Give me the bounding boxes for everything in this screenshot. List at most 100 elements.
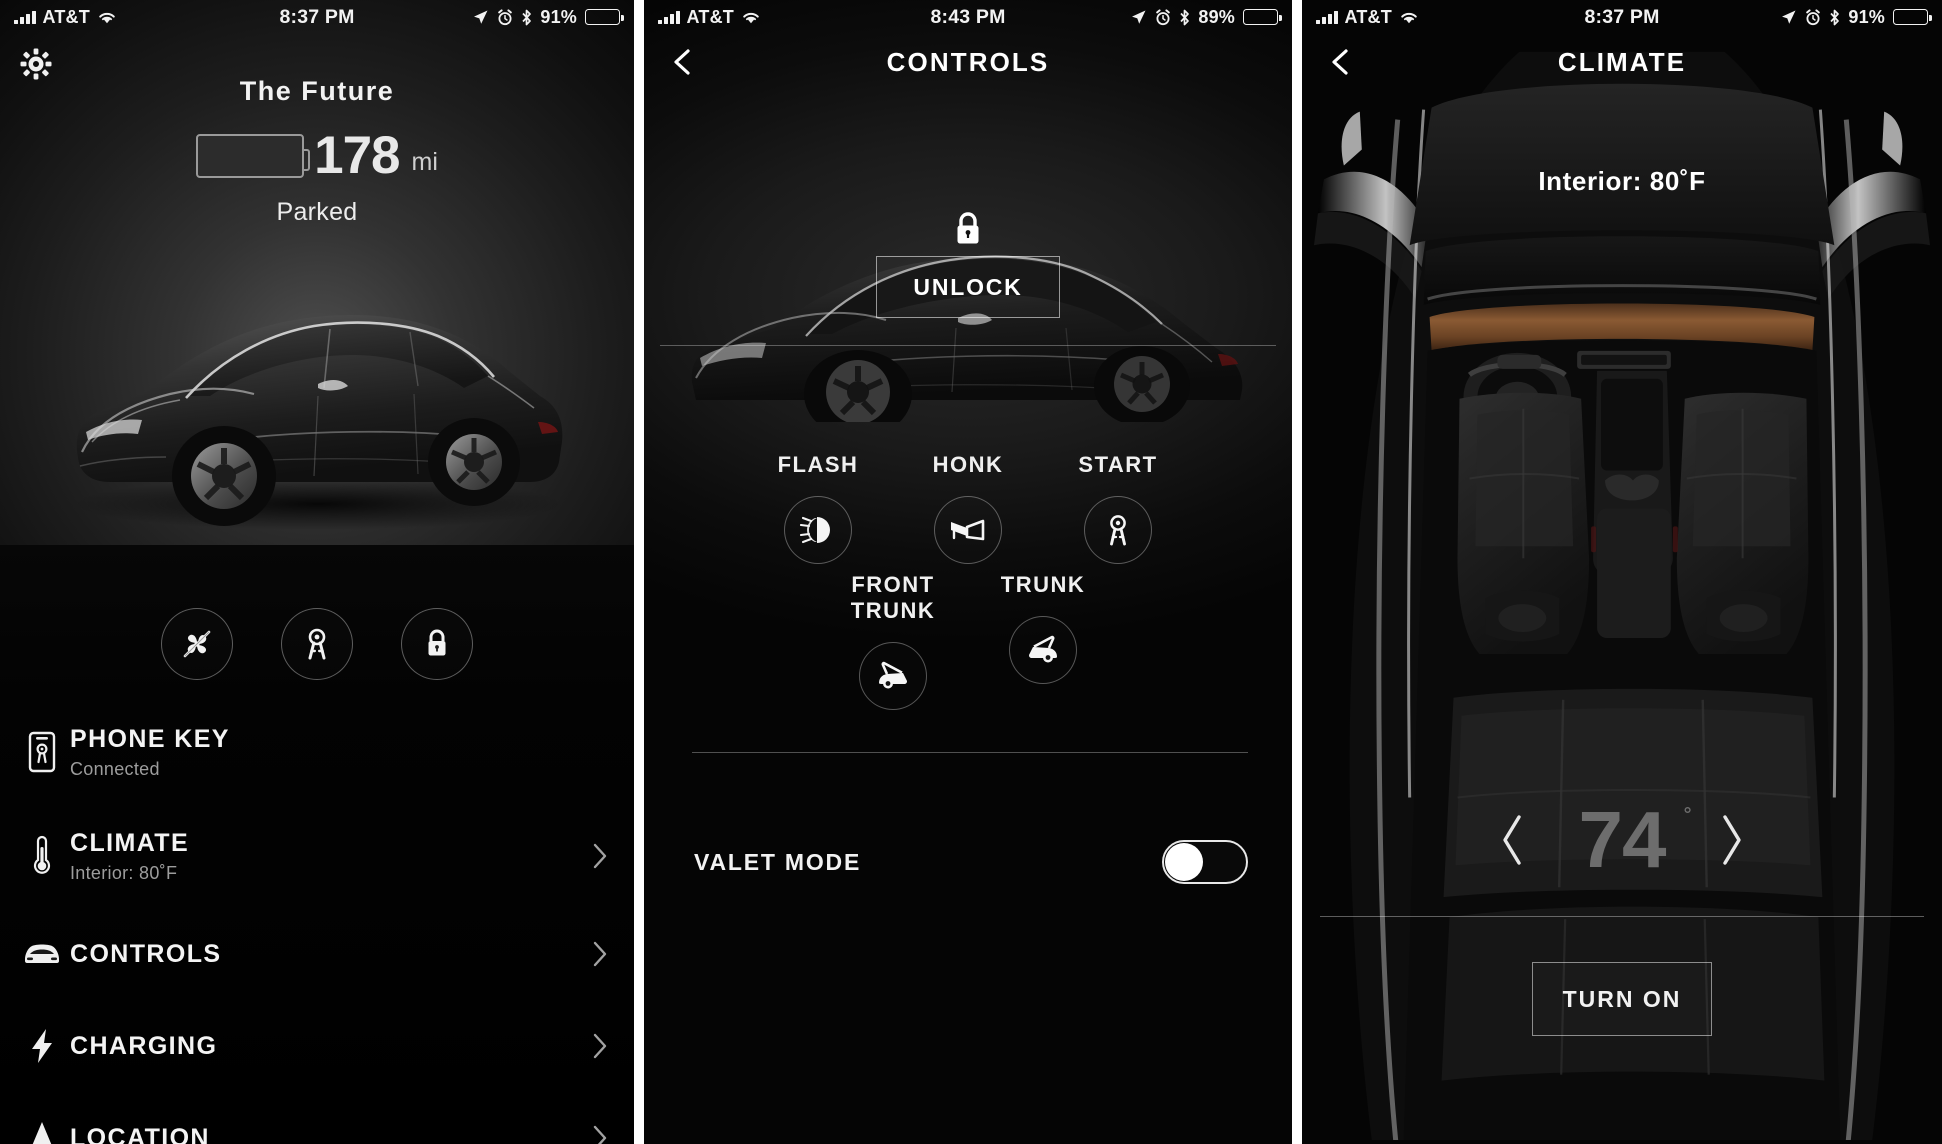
menu-item-climate[interactable]: CLIMATE Interior: 80˚F <box>0 804 634 908</box>
fan-off-icon <box>183 630 211 658</box>
status-bar-right: 91% <box>1660 6 1932 28</box>
temp-increase-chevron-icon[interactable] <box>1717 814 1745 866</box>
menu-item-controls[interactable]: CONTROLS <box>0 908 634 1000</box>
page-title: CONTROLS <box>886 46 1050 77</box>
action-label: TRUNK <box>1000 572 1086 597</box>
location-arrow-icon <box>474 10 488 24</box>
battery-icon <box>1893 9 1932 25</box>
action-circle <box>784 496 852 564</box>
action-label: START <box>1078 452 1158 477</box>
status-bar-right: 89% <box>1006 6 1282 28</box>
action-circle <box>934 496 1002 564</box>
chevron-right-icon <box>593 1033 607 1059</box>
action-front-trunk[interactable]: FRONT TRUNK <box>818 572 968 710</box>
interior-temperature-label: Interior: 80˚F <box>1538 166 1706 196</box>
menu-item-phone-key[interactable]: PHONE KEY Connected <box>0 700 634 804</box>
wifi-icon <box>743 12 759 23</box>
menu-item-location[interactable]: LOCATION <box>0 1092 634 1144</box>
quick-action-lock[interactable] <box>401 608 473 680</box>
lightning-bolt-icon <box>14 1027 70 1065</box>
battery-icon <box>1243 9 1282 25</box>
menu-item-charging[interactable]: CHARGING <box>0 1000 634 1092</box>
signal-bars-icon <box>1316 10 1338 24</box>
home-screen: AT&T 8:37 PM 91% The Future 178 mi Parke… <box>0 0 635 1144</box>
battery-gauge <box>196 133 311 178</box>
climate-power-label: TURN ON <box>1562 985 1682 1012</box>
valet-mode-label: VALET MODE <box>694 848 862 875</box>
action-trunk[interactable]: TRUNK <box>968 572 1118 710</box>
status-bar-time: 8:43 PM <box>930 5 1006 28</box>
navigation-arrow-icon <box>14 1120 70 1144</box>
status-bar-right: 91% <box>355 6 624 28</box>
controls-actions-row-2: FRONT TRUNK TRUNK <box>644 572 1292 710</box>
controls-divider-top <box>660 345 1276 346</box>
status-bar-time: 8:37 PM <box>1584 5 1660 28</box>
climate-power-button[interactable]: TURN ON <box>1532 962 1712 1036</box>
signal-bars-icon <box>14 10 36 24</box>
action-start[interactable]: START <box>1043 452 1193 564</box>
trunk-open-icon <box>1029 635 1057 663</box>
controls-actions-row-1: FLASH HONK START <box>644 452 1292 564</box>
panel-divider-2 <box>1292 0 1302 1144</box>
menu-item-title: PHONE KEY <box>70 724 230 753</box>
horn-icon <box>951 519 985 541</box>
status-bar: AT&T 8:37 PM 91% <box>1302 0 1942 34</box>
carrier-label: AT&T <box>1344 6 1392 27</box>
lock-closed-icon <box>957 212 979 244</box>
status-bar: AT&T 8:37 PM 91% <box>0 0 634 34</box>
wifi-icon <box>99 12 115 23</box>
alarm-clock-icon <box>498 8 513 25</box>
gear-icon[interactable] <box>16 44 56 84</box>
back-chevron-icon[interactable] <box>670 49 696 75</box>
status-bar-left: AT&T <box>1316 7 1584 28</box>
key-icon <box>308 628 326 660</box>
action-circle <box>859 642 927 710</box>
carrier-label: AT&T <box>686 6 734 27</box>
back-chevron-icon[interactable] <box>1328 49 1354 75</box>
unlock-button[interactable]: UNLOCK <box>876 256 1060 318</box>
battery-percent-label: 89% <box>1198 6 1235 27</box>
target-temperature: 74 ˚ <box>1579 800 1693 880</box>
status-bar-time: 8:37 PM <box>279 5 355 28</box>
menu-item-title: CONTROLS <box>70 939 222 968</box>
page-title: CLIMATE <box>1557 46 1687 77</box>
range-unit: mi <box>411 148 438 176</box>
vehicle-render-model3 <box>73 315 563 530</box>
thermometer-icon <box>14 834 70 878</box>
battery-percent-label: 91% <box>540 6 578 27</box>
frunk-open-icon <box>879 661 907 689</box>
vehicle-state: Parked <box>276 198 358 226</box>
range-row: 178 mi <box>0 129 634 182</box>
action-honk[interactable]: HONK <box>893 452 1043 564</box>
action-label: HONK <box>932 452 1004 477</box>
quick-action-climate-off[interactable] <box>161 608 233 680</box>
bluetooth-icon <box>1180 9 1190 25</box>
status-bar: AT&T 8:43 PM 89% <box>644 0 1292 34</box>
menu-item-subtitle: Connected <box>70 758 160 779</box>
battery-percent-label: 91% <box>1848 6 1886 27</box>
alarm-clock-icon <box>1156 8 1171 25</box>
valet-mode-toggle[interactable] <box>1162 840 1248 884</box>
unlock-label: UNLOCK <box>913 273 1023 300</box>
temp-decrease-chevron-icon[interactable] <box>1499 814 1527 866</box>
carrier-label: AT&T <box>42 6 90 27</box>
menu-item-title: LOCATION <box>70 1123 210 1144</box>
menu-item-text: PHONE KEY Connected <box>70 725 608 780</box>
action-label: FLASH <box>777 452 859 477</box>
location-arrow-icon <box>1782 10 1796 24</box>
wifi-icon <box>1401 12 1417 23</box>
quick-actions-row <box>0 608 634 680</box>
controls-nav-bar: CONTROLS <box>644 34 1292 90</box>
valet-mode-row: VALET MODE <box>694 840 1248 884</box>
location-arrow-icon <box>1132 10 1146 24</box>
menu-item-title: CHARGING <box>70 1031 218 1060</box>
quick-action-start[interactable] <box>281 608 353 680</box>
lock-icon <box>428 629 446 656</box>
bluetooth-icon <box>1830 9 1840 25</box>
target-temperature-value: 74 <box>1578 795 1667 884</box>
toggle-knob <box>1165 843 1203 881</box>
action-circle <box>1084 496 1152 564</box>
action-flash[interactable]: FLASH <box>743 452 893 564</box>
range-value: 178 <box>314 126 400 185</box>
chevron-right-icon <box>593 843 607 869</box>
